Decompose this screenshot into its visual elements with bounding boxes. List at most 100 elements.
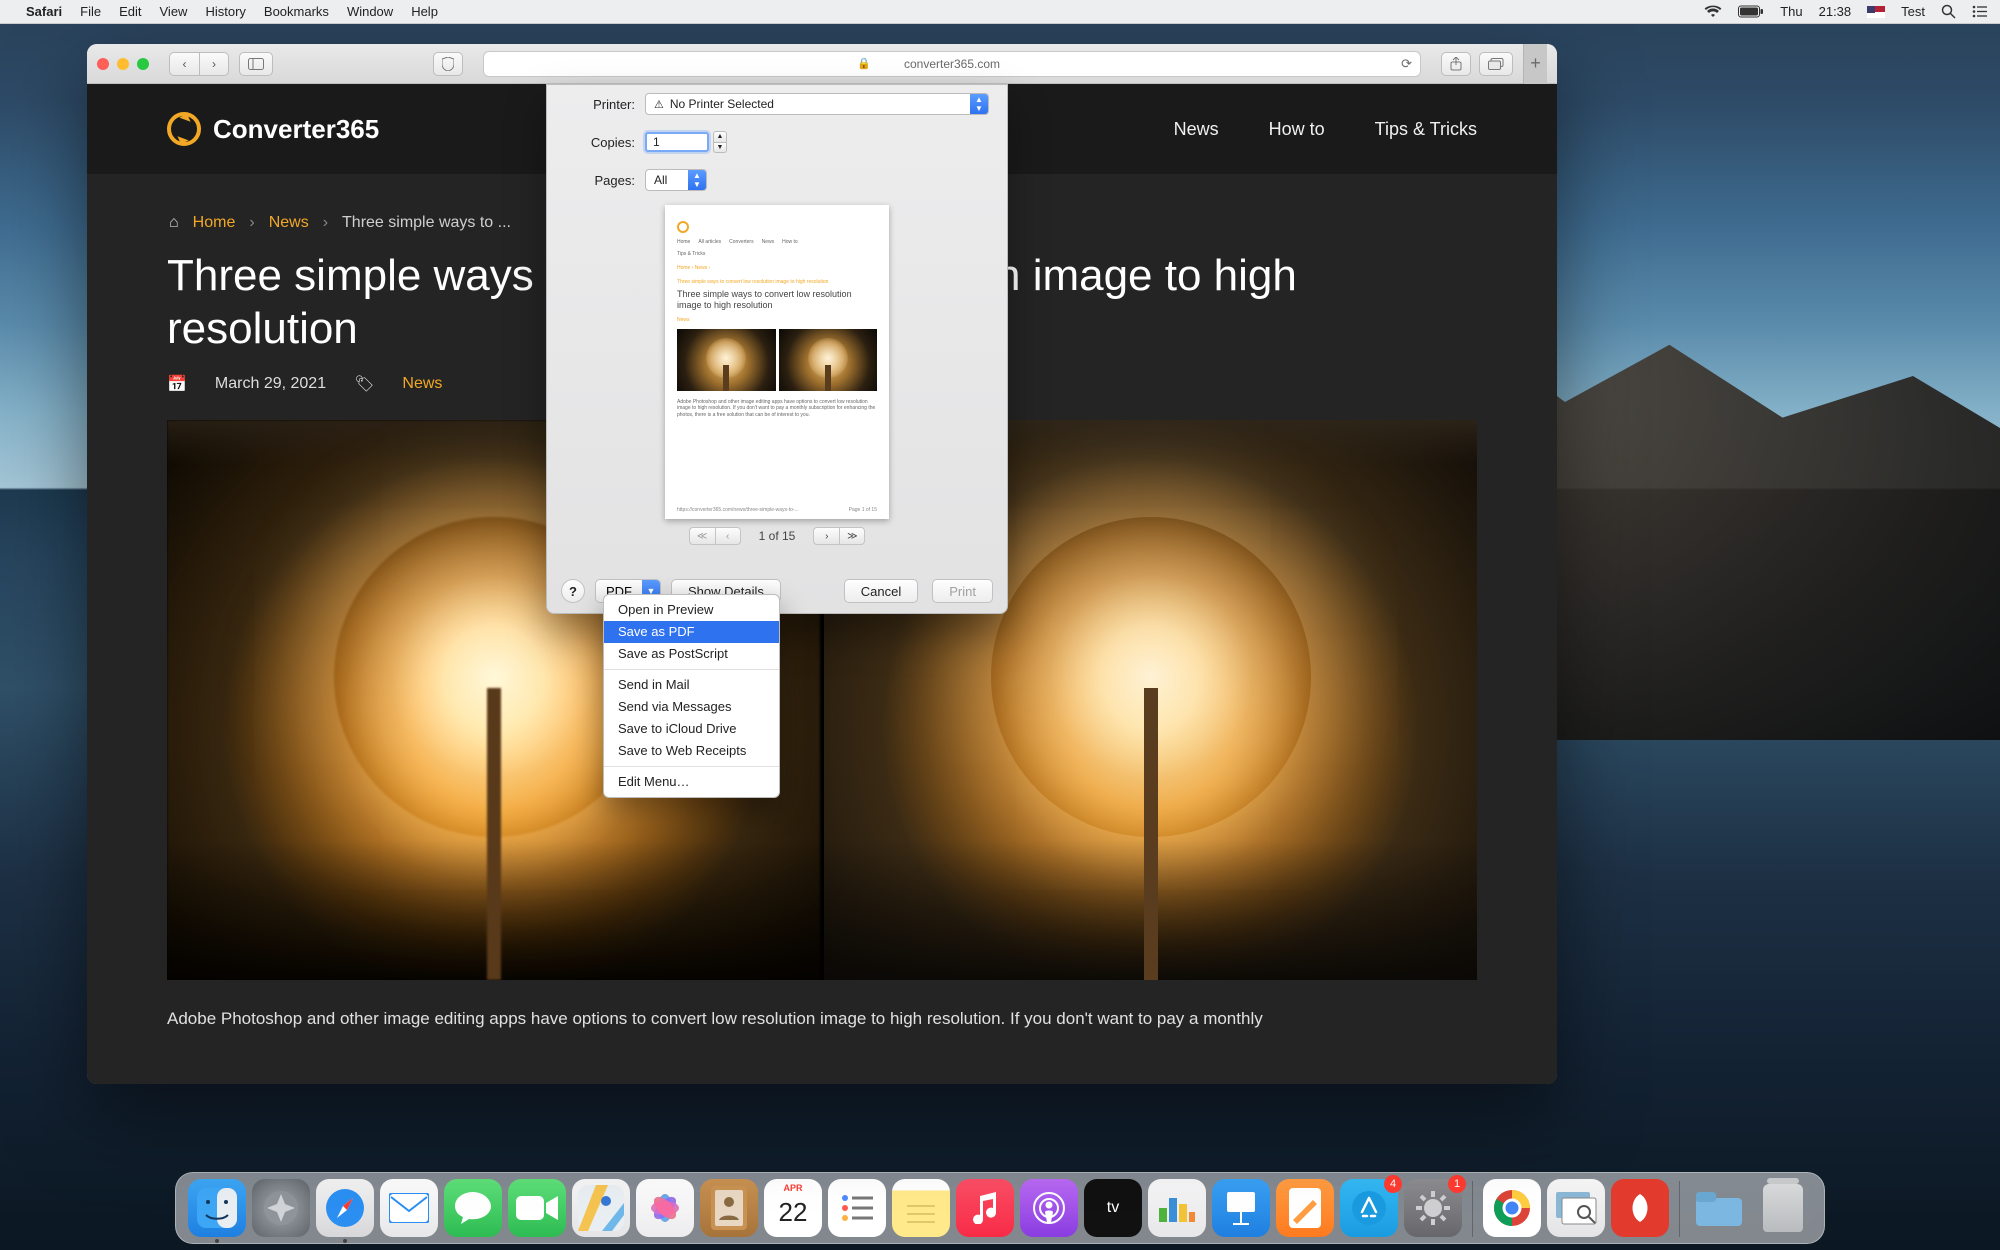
dock-maps[interactable] [572,1179,630,1237]
menubar-edit[interactable]: Edit [119,4,141,19]
breadcrumb-home[interactable]: Home [193,214,236,232]
sidebar-button[interactable] [239,52,273,76]
pdf-menu-send-in-mail[interactable]: Send in Mail [604,674,779,696]
copies-label: Copies: [565,135,635,150]
article-date: March 29, 2021 [215,375,326,393]
address-bar[interactable]: 🔒 converter365.com ⟳ [483,51,1421,77]
print-dialog: Printer: ⚠︎ No Printer Selected ▲▼ Copie… [546,84,1008,614]
prev-page-button[interactable]: ‹ [715,527,741,545]
dock-contacts[interactable] [700,1179,758,1237]
dock-appstore[interactable]: 4 [1340,1179,1398,1237]
dock-mail[interactable] [380,1179,438,1237]
printer-select[interactable]: ⚠︎ No Printer Selected ▲▼ [645,93,989,115]
dock-launchpad[interactable] [252,1179,310,1237]
menubar-view[interactable]: View [160,4,188,19]
copies-value: 1 [653,135,660,149]
menubar-user[interactable]: Test [1901,4,1925,19]
select-arrows-icon: ▲▼ [688,170,706,190]
menubar-history[interactable]: History [205,4,245,19]
copies-input[interactable]: 1 [645,132,709,152]
dock-notes[interactable] [892,1179,950,1237]
dock-trash[interactable] [1754,1179,1812,1237]
pdf-menu-edit[interactable]: Edit Menu… [604,771,779,793]
article-category[interactable]: News [402,375,442,393]
nav-tips[interactable]: Tips & Tricks [1375,119,1477,140]
pages-select[interactable]: All ▲▼ [645,169,707,191]
spotlight-icon[interactable] [1941,4,1956,19]
back-button[interactable]: ‹ [169,52,199,76]
menubar-file[interactable]: File [80,4,101,19]
next-page-button[interactable]: › [813,527,839,545]
nav-news[interactable]: News [1174,119,1219,140]
dock-podcasts[interactable] [1020,1179,1078,1237]
wifi-icon[interactable] [1704,5,1722,18]
pdf-menu-save-web-receipts[interactable]: Save to Web Receipts [604,740,779,762]
stepper-up-icon[interactable]: ▲ [713,131,727,142]
minimize-window-button[interactable] [117,58,129,70]
dock-messages[interactable] [444,1179,502,1237]
site-logo[interactable]: Converter365 [167,112,379,146]
dock-facetime[interactable] [508,1179,566,1237]
select-arrows-icon: ▲▼ [970,94,988,114]
dock-appletv[interactable]: tv [1084,1179,1142,1237]
preview-footer-page: Page 1 of 15 [849,507,877,513]
pdf-menu-send-via-messages[interactable]: Send via Messages [604,696,779,718]
privacy-report-button[interactable] [433,52,463,76]
dock-preview[interactable] [1547,1179,1605,1237]
dock-finder[interactable] [188,1179,246,1237]
dock-acrobat[interactable] [1611,1179,1669,1237]
share-button[interactable] [1441,52,1471,76]
stepper-down-icon[interactable]: ▼ [713,142,727,154]
dock-safari[interactable] [316,1179,374,1237]
help-button[interactable]: ? [561,579,585,603]
cal-day: 22 [779,1197,808,1228]
pdf-menu-open-preview[interactable]: Open in Preview [604,599,779,621]
dock-separator [1472,1181,1473,1237]
menubar-app-name[interactable]: Safari [26,4,62,19]
input-source-flag-icon[interactable] [1867,6,1885,18]
appstore-badge: 4 [1384,1175,1402,1193]
home-icon[interactable]: ⌂ [169,214,179,232]
dock-pages[interactable] [1276,1179,1334,1237]
print-button[interactable]: Print [932,579,993,603]
new-tab-button[interactable]: + [1523,44,1547,84]
pdf-menu-save-as-postscript[interactable]: Save as PostScript [604,643,779,665]
dock-music[interactable] [956,1179,1014,1237]
copies-stepper[interactable]: ▲▼ [713,131,727,153]
menubar-day[interactable]: Thu [1780,4,1802,19]
site-nav: News How to Tips & Tricks [1174,119,1477,140]
reload-icon[interactable]: ⟳ [1401,56,1412,72]
control-center-icon[interactable] [1972,5,1988,18]
breadcrumb-news[interactable]: News [269,214,309,232]
cancel-button[interactable]: Cancel [844,579,918,603]
logo-mark-icon [167,112,201,146]
nav-howto[interactable]: How to [1269,119,1325,140]
dock-reminders[interactable] [828,1179,886,1237]
pdf-menu: Open in Preview Save as PDF Save as Post… [603,594,780,798]
menubar-time[interactable]: 21:38 [1819,4,1852,19]
dock-keynote[interactable] [1212,1179,1270,1237]
close-window-button[interactable] [97,58,109,70]
first-page-button[interactable]: ≪ [689,527,715,545]
dock-system-preferences[interactable]: 1 [1404,1179,1462,1237]
dock-chrome[interactable] [1483,1179,1541,1237]
fullscreen-window-button[interactable] [137,58,149,70]
last-page-button[interactable]: ≫ [839,527,865,545]
dock-numbers[interactable] [1148,1179,1206,1237]
dock-calendar[interactable]: APR22 [764,1179,822,1237]
dock-downloads[interactable] [1690,1179,1748,1237]
menubar-bookmarks[interactable]: Bookmarks [264,4,329,19]
printer-value: No Printer Selected [670,97,774,111]
menubar-window[interactable]: Window [347,4,393,19]
dock-photos[interactable] [636,1179,694,1237]
calendar-icon: 📅 [167,374,187,394]
preview-nav: HomeAll articlesConvertersNewsHow to [677,239,877,245]
pdf-menu-save-as-pdf[interactable]: Save as PDF [604,621,779,643]
tabs-button[interactable] [1479,52,1513,76]
forward-button[interactable]: › [199,52,229,76]
menubar-help[interactable]: Help [411,4,438,19]
address-text: converter365.com [904,57,1000,71]
pdf-menu-save-icloud[interactable]: Save to iCloud Drive [604,718,779,740]
warning-icon: ⚠︎ [654,98,664,111]
battery-icon[interactable] [1738,5,1764,18]
